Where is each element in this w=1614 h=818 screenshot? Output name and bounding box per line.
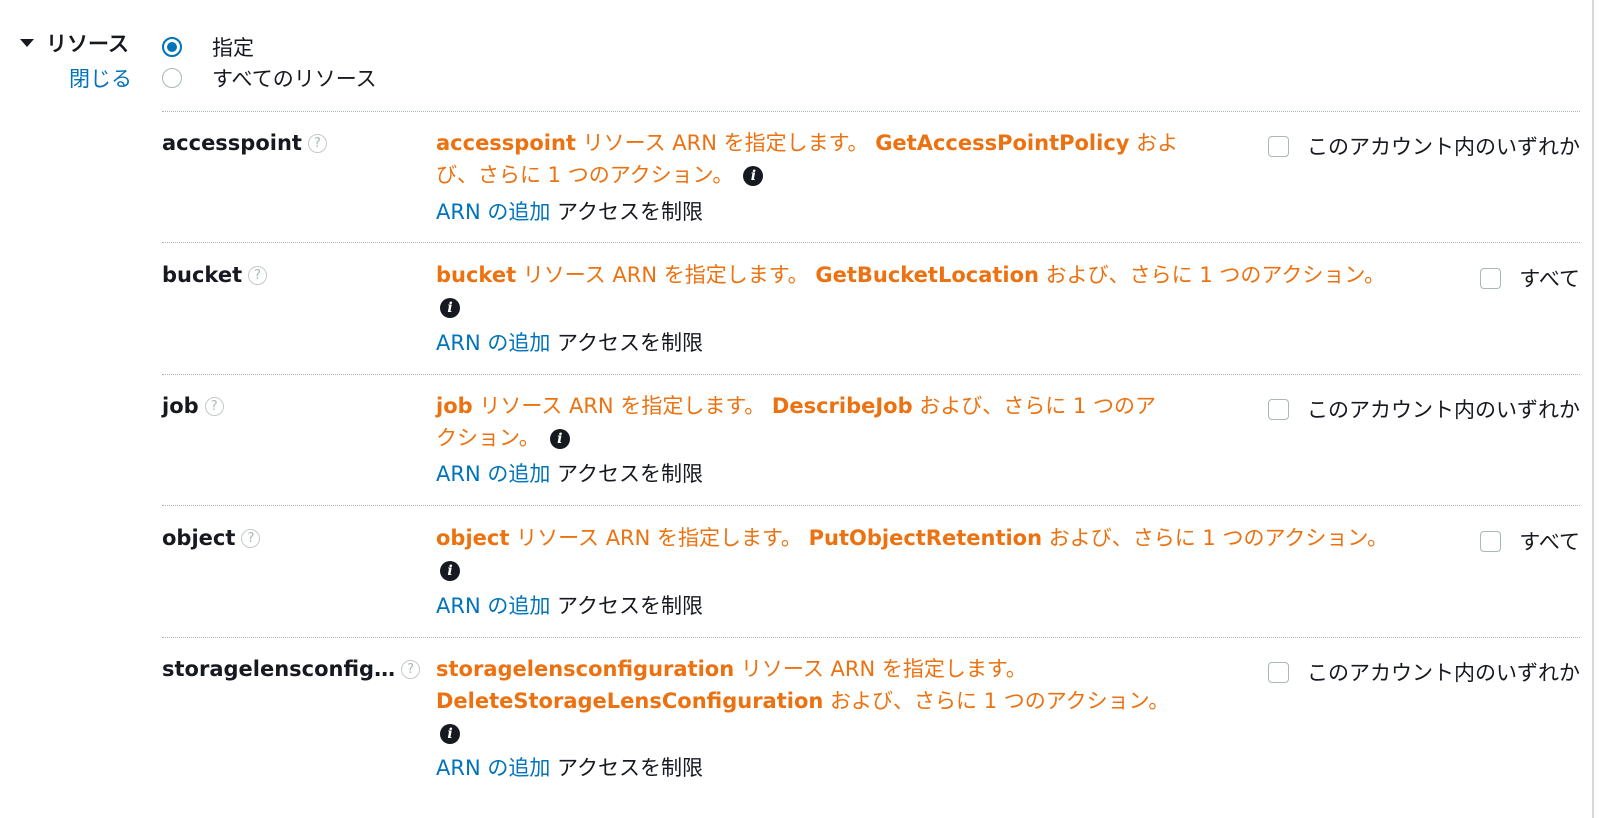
checkbox-label: このアカウント内のいずれか: [1307, 135, 1580, 159]
arn-line: ARN の追加 アクセスを制限: [436, 752, 703, 782]
resource-name: accesspoint ?: [162, 131, 327, 155]
row-divider: [162, 374, 1580, 375]
checkbox-label: すべて: [1519, 530, 1580, 554]
action-name: GetAccessPointPolicy: [875, 131, 1130, 155]
resource-name-text: storagelensconfig…: [162, 657, 396, 681]
checkbox-label: このアカウント内のいずれか: [1307, 661, 1580, 685]
restrict-access-text: アクセスを制限: [557, 756, 703, 780]
arn-line: ARN の追加 アクセスを制限: [436, 196, 703, 226]
add-arn-link[interactable]: ARN の追加: [436, 331, 550, 355]
restrict-access-text: アクセスを制限: [557, 200, 703, 224]
all-checkbox[interactable]: [1480, 530, 1502, 552]
resource-name: object ?: [162, 526, 261, 550]
add-arn-link[interactable]: ARN の追加: [436, 462, 550, 486]
add-arn-link[interactable]: ARN の追加: [436, 756, 550, 780]
radio-specified[interactable]: [162, 37, 182, 57]
help-icon[interactable]: ?: [401, 659, 421, 679]
desc-text: び、さらに 1 つのアクション。: [436, 163, 734, 187]
action-name: DeleteStorageLensConfiguration: [436, 689, 824, 713]
info-icon[interactable]: i: [440, 724, 460, 744]
restrict-access-text: アクセスを制限: [557, 331, 703, 355]
any-in-account-checkbox[interactable]: [1268, 135, 1289, 157]
resource-description: object リソース ARN を指定します。 PutObjectRetenti…: [436, 522, 1388, 586]
add-arn-link[interactable]: ARN の追加: [436, 200, 550, 224]
resource-type: bucket: [436, 263, 517, 287]
resource-type: storagelensconfiguration: [436, 657, 735, 681]
desc-text: およ: [1129, 131, 1179, 155]
desc-text: および、さらに 1 つのアクション。: [1042, 526, 1389, 550]
radio-all-resources-option[interactable]: すべてのリソース: [162, 63, 377, 93]
any-in-account-checkbox[interactable]: [1268, 398, 1289, 420]
row-divider: [162, 505, 1580, 506]
resource-type: object: [436, 526, 510, 550]
radio-all-resources[interactable]: [162, 68, 182, 88]
resource-name: job ?: [162, 394, 224, 418]
resource-name: bucket ?: [162, 263, 268, 287]
any-in-account-option[interactable]: このアカウント内のいずれか: [1268, 131, 1580, 161]
desc-text: および、さらに 1 つのア: [912, 394, 1157, 418]
help-icon[interactable]: ?: [204, 396, 224, 416]
all-option[interactable]: すべて: [1480, 526, 1580, 556]
help-icon[interactable]: ?: [307, 133, 327, 153]
action-name: PutObjectRetention: [808, 526, 1043, 550]
info-icon[interactable]: i: [440, 561, 460, 581]
arn-line: ARN の追加 アクセスを制限: [436, 458, 703, 488]
restrict-access-text: アクセスを制限: [557, 462, 703, 486]
resource-name-text: job: [162, 394, 199, 418]
resource-name-text: bucket: [162, 263, 243, 287]
add-arn-link[interactable]: ARN の追加: [436, 594, 550, 618]
radio-specified-option[interactable]: 指定: [162, 32, 254, 62]
desc-text: クション。: [436, 426, 540, 450]
any-in-account-option[interactable]: このアカウント内のいずれか: [1268, 394, 1580, 424]
arn-line: ARN の追加 アクセスを制限: [436, 327, 703, 357]
all-checkbox[interactable]: [1480, 267, 1502, 289]
desc-text: および、さらに 1 つのアクション。: [823, 689, 1170, 713]
radio-specified-label: 指定: [212, 36, 254, 60]
help-icon[interactable]: ?: [248, 265, 268, 285]
resource-description: accesspoint リソース ARN を指定します。 GetAccessPo…: [436, 127, 1178, 191]
info-icon[interactable]: i: [743, 166, 764, 186]
resource-type: accesspoint: [436, 131, 576, 155]
desc-text: リソース ARN を指定します。: [734, 657, 1027, 681]
desc-text: リソース ARN を指定します。: [472, 394, 772, 418]
action-name: GetBucketLocation: [815, 263, 1039, 287]
restrict-access-text: アクセスを制限: [557, 594, 703, 618]
row-divider: [162, 111, 1580, 112]
any-in-account-option[interactable]: このアカウント内のいずれか: [1268, 657, 1580, 687]
radio-all-resources-label: すべてのリソース: [212, 67, 377, 91]
section-title: リソース: [46, 32, 129, 56]
resource-type: job: [436, 394, 473, 418]
resource-name: storagelensconfig… ?: [162, 657, 421, 681]
arn-line: ARN の追加 アクセスを制限: [436, 590, 703, 620]
collapse-link[interactable]: 閉じる: [69, 63, 132, 93]
resource-description: job リソース ARN を指定します。 DescribeJob および、さらに…: [436, 390, 1156, 454]
action-name: DescribeJob: [771, 394, 913, 418]
resource-name-text: object: [162, 526, 236, 550]
desc-text: および、さらに 1 つのアクション。: [1039, 263, 1386, 287]
resource-description: bucket リソース ARN を指定します。 GetBucketLocatio…: [436, 259, 1385, 323]
resources-section-toggle[interactable]: リソース: [20, 28, 129, 58]
any-in-account-checkbox[interactable]: [1268, 661, 1289, 683]
checkbox-label: すべて: [1519, 267, 1580, 291]
checkbox-label: このアカウント内のいずれか: [1307, 398, 1580, 422]
panel-border: [1592, 0, 1594, 818]
desc-text: リソース ARN を指定します。: [575, 131, 876, 155]
all-option[interactable]: すべて: [1480, 263, 1580, 293]
row-divider: [162, 637, 1580, 638]
info-icon[interactable]: i: [549, 429, 570, 449]
caret-down-icon: [20, 39, 34, 47]
row-divider: [162, 242, 1580, 243]
resource-description: storagelensconfiguration リソース ARN を指定します…: [436, 653, 1169, 749]
desc-text: リソース ARN を指定します。: [516, 263, 816, 287]
help-icon[interactable]: ?: [241, 528, 261, 548]
desc-text: リソース ARN を指定します。: [509, 526, 809, 550]
info-icon[interactable]: i: [440, 298, 460, 318]
resource-name-text: accesspoint: [162, 131, 302, 155]
